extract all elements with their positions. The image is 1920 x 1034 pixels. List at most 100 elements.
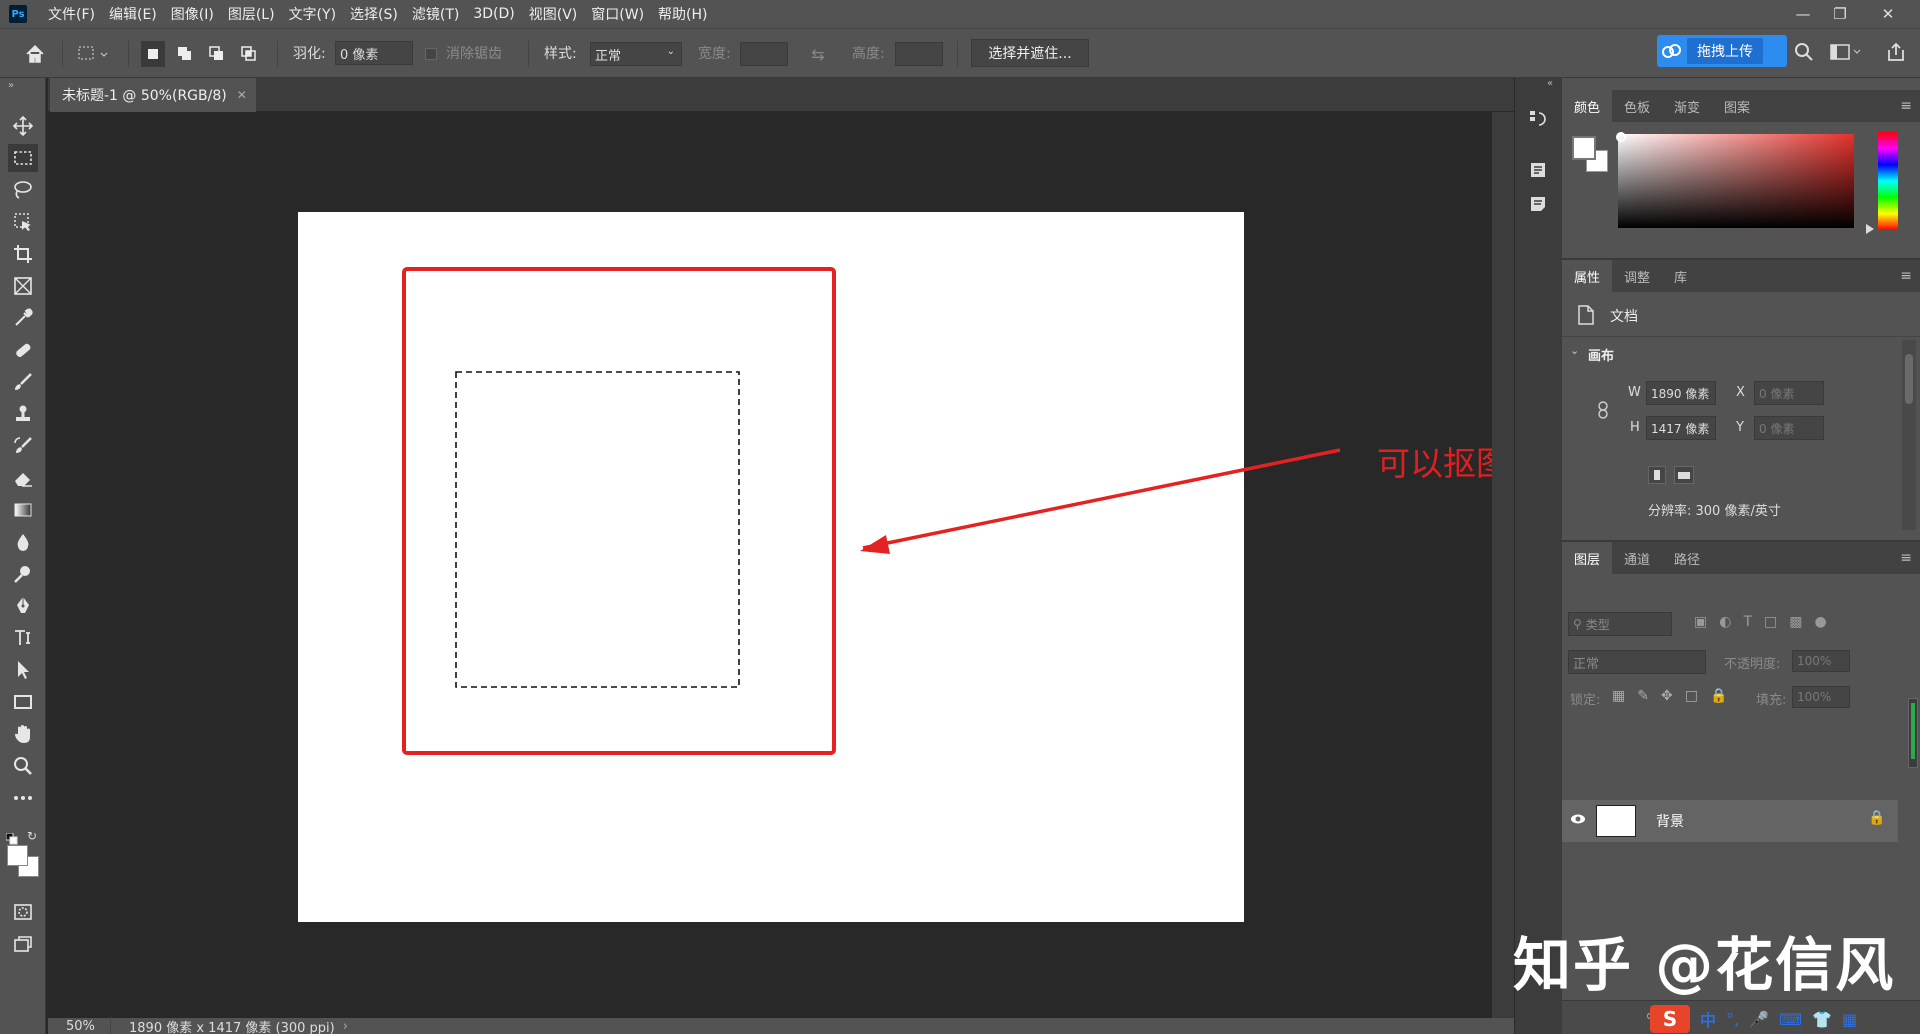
style-select[interactable]: 正常 ⌄ xyxy=(590,42,682,66)
canvas-section-chevron-icon[interactable]: ⌄ xyxy=(1570,344,1579,357)
properties-panel-menu-icon[interactable]: ≡ xyxy=(1900,268,1912,284)
frame-tool-icon[interactable] xyxy=(8,272,38,300)
stamp-tool-icon[interactable] xyxy=(8,400,38,428)
home-icon[interactable] xyxy=(20,39,50,69)
filter-toggle-icon[interactable]: ● xyxy=(1814,614,1826,630)
foreground-color-swatch[interactable] xyxy=(7,845,28,866)
zoom-level[interactable]: 50% xyxy=(48,1019,110,1034)
document-tab[interactable]: 未标题-1 @ 50%(RGB/8) ✕ xyxy=(50,78,256,112)
expand-panels-icon[interactable]: « xyxy=(1547,78,1553,89)
height-input[interactable] xyxy=(895,42,943,66)
filter-type-icon[interactable]: T xyxy=(1743,614,1752,630)
move-tool-icon[interactable] xyxy=(8,112,38,140)
properties-scrollbar[interactable] xyxy=(1902,340,1916,530)
menu-select[interactable]: 选择(S) xyxy=(343,4,405,24)
history-panel-icon[interactable] xyxy=(1524,104,1552,132)
filter-smartobject-icon[interactable]: ▩ xyxy=(1789,614,1802,630)
close-tab-icon[interactable]: ✕ xyxy=(237,88,247,102)
canvas-x-input[interactable]: 0 像素 xyxy=(1754,381,1824,405)
healing-brush-tool-icon[interactable] xyxy=(8,336,38,364)
brush-tool-icon[interactable] xyxy=(8,368,38,396)
canvas-height-input[interactable]: 1417 像素 xyxy=(1646,416,1716,440)
dodge-tool-icon[interactable] xyxy=(8,560,38,588)
tab-properties[interactable]: 属性 xyxy=(1562,260,1613,292)
panel-foreground-swatch[interactable] xyxy=(1572,136,1596,160)
minimize-icon[interactable]: — xyxy=(1785,0,1821,28)
pen-tool-icon[interactable] xyxy=(8,592,38,620)
layer-row[interactable]: 背景 🔒 xyxy=(1562,800,1898,842)
lasso-tool-icon[interactable] xyxy=(8,176,38,204)
menu-view[interactable]: 视图(V) xyxy=(522,4,585,24)
properties-panel-icon[interactable] xyxy=(1524,156,1552,184)
search-icon[interactable] xyxy=(1794,42,1814,66)
quick-mask-icon[interactable] xyxy=(8,898,38,926)
hue-slider-handle[interactable] xyxy=(1866,224,1874,234)
status-menu-icon[interactable]: › xyxy=(335,1019,348,1034)
punctuation-icon[interactable]: °, xyxy=(1726,1010,1739,1029)
filter-adjustment-icon[interactable]: ◐ xyxy=(1719,614,1731,630)
sogou-ime-icon[interactable]: S xyxy=(1650,1005,1690,1033)
lock-image-icon[interactable]: ✎ xyxy=(1637,688,1649,704)
keyboard-icon[interactable]: ⌨ xyxy=(1779,1010,1802,1029)
type-tool-icon[interactable] xyxy=(8,624,38,652)
tab-color[interactable]: 颜色 xyxy=(1562,90,1613,122)
lock-transparent-icon[interactable]: ▦ xyxy=(1612,688,1625,704)
notes-panel-icon[interactable] xyxy=(1524,190,1552,218)
skin-icon[interactable]: 👕 xyxy=(1812,1010,1832,1029)
workspace-icon[interactable] xyxy=(1830,44,1864,64)
eyedropper-tool-icon[interactable] xyxy=(8,304,38,332)
restore-icon[interactable]: ❐ xyxy=(1822,0,1858,28)
rectangle-tool-icon[interactable] xyxy=(8,688,38,716)
eraser-tool-icon[interactable] xyxy=(8,464,38,492)
eye-icon[interactable] xyxy=(1570,811,1586,825)
width-input[interactable] xyxy=(740,42,788,66)
zoom-tool-icon[interactable] xyxy=(8,752,38,780)
filter-pixel-icon[interactable]: ▣ xyxy=(1694,614,1707,630)
rectangular-marquee-tool-icon[interactable] xyxy=(8,144,38,172)
layers-panel-menu-icon[interactable]: ≡ xyxy=(1900,550,1912,566)
color-swatches[interactable] xyxy=(7,845,41,879)
tab-channels[interactable]: 通道 xyxy=(1612,542,1662,574)
close-icon[interactable]: ✕ xyxy=(1870,0,1906,28)
upload-button[interactable]: 拖拽上传 xyxy=(1657,35,1787,67)
object-selection-tool-icon[interactable] xyxy=(8,208,38,236)
tab-layers[interactable]: 图层 xyxy=(1562,542,1613,574)
blend-mode-select[interactable]: 正常 xyxy=(1568,650,1706,674)
menu-filter[interactable]: 滤镜(T) xyxy=(405,4,466,24)
intersect-selection-icon[interactable] xyxy=(237,41,261,67)
microphone-icon[interactable]: 🎤 xyxy=(1749,1010,1769,1029)
share-icon[interactable] xyxy=(1886,42,1906,66)
menu-window[interactable]: 窗口(W) xyxy=(584,4,651,24)
lock-position-icon[interactable]: ✥ xyxy=(1661,688,1673,704)
opacity-input[interactable]: 100% xyxy=(1792,650,1850,672)
blur-tool-icon[interactable] xyxy=(8,528,38,556)
tab-paths[interactable]: 路径 xyxy=(1662,542,1712,574)
menu-image[interactable]: 图像(I) xyxy=(164,4,221,24)
antialias-checkbox[interactable] xyxy=(425,48,437,60)
vertical-scrollbar[interactable] xyxy=(1492,112,1514,1018)
link-dimensions-icon[interactable] xyxy=(1596,400,1610,424)
hand-tool-icon[interactable] xyxy=(8,720,38,748)
hue-slider[interactable] xyxy=(1878,132,1898,230)
landscape-orientation-icon[interactable] xyxy=(1674,466,1694,484)
menu-3d[interactable]: 3D(D) xyxy=(466,6,521,22)
more-tools-icon[interactable] xyxy=(8,784,38,812)
swap-dimensions-icon[interactable]: ⇆ xyxy=(806,42,830,66)
lock-all-icon[interactable]: 🔒 xyxy=(1710,688,1727,704)
subtract-selection-icon[interactable] xyxy=(205,41,229,67)
gradient-tool-icon[interactable] xyxy=(8,496,38,524)
collapse-toolbar-icon[interactable]: » xyxy=(8,80,14,91)
tab-libraries[interactable]: 库 xyxy=(1662,260,1699,292)
ime-mode-label[interactable]: 中 xyxy=(1700,1007,1716,1031)
color-panel-menu-icon[interactable]: ≡ xyxy=(1900,98,1912,114)
layer-name[interactable]: 背景 xyxy=(1656,811,1684,831)
new-selection-icon[interactable] xyxy=(141,41,165,67)
color-picker-marker[interactable] xyxy=(1616,132,1626,142)
menu-file[interactable]: 文件(F) xyxy=(41,4,102,24)
toolbox-icon[interactable]: ▦ xyxy=(1842,1010,1857,1029)
menu-layer[interactable]: 图层(L) xyxy=(221,4,282,24)
tab-gradients[interactable]: 渐变 xyxy=(1662,90,1712,122)
portrait-orientation-icon[interactable] xyxy=(1648,466,1666,484)
crop-tool-icon[interactable] xyxy=(8,240,38,268)
panel-color-swatches[interactable] xyxy=(1572,136,1610,174)
